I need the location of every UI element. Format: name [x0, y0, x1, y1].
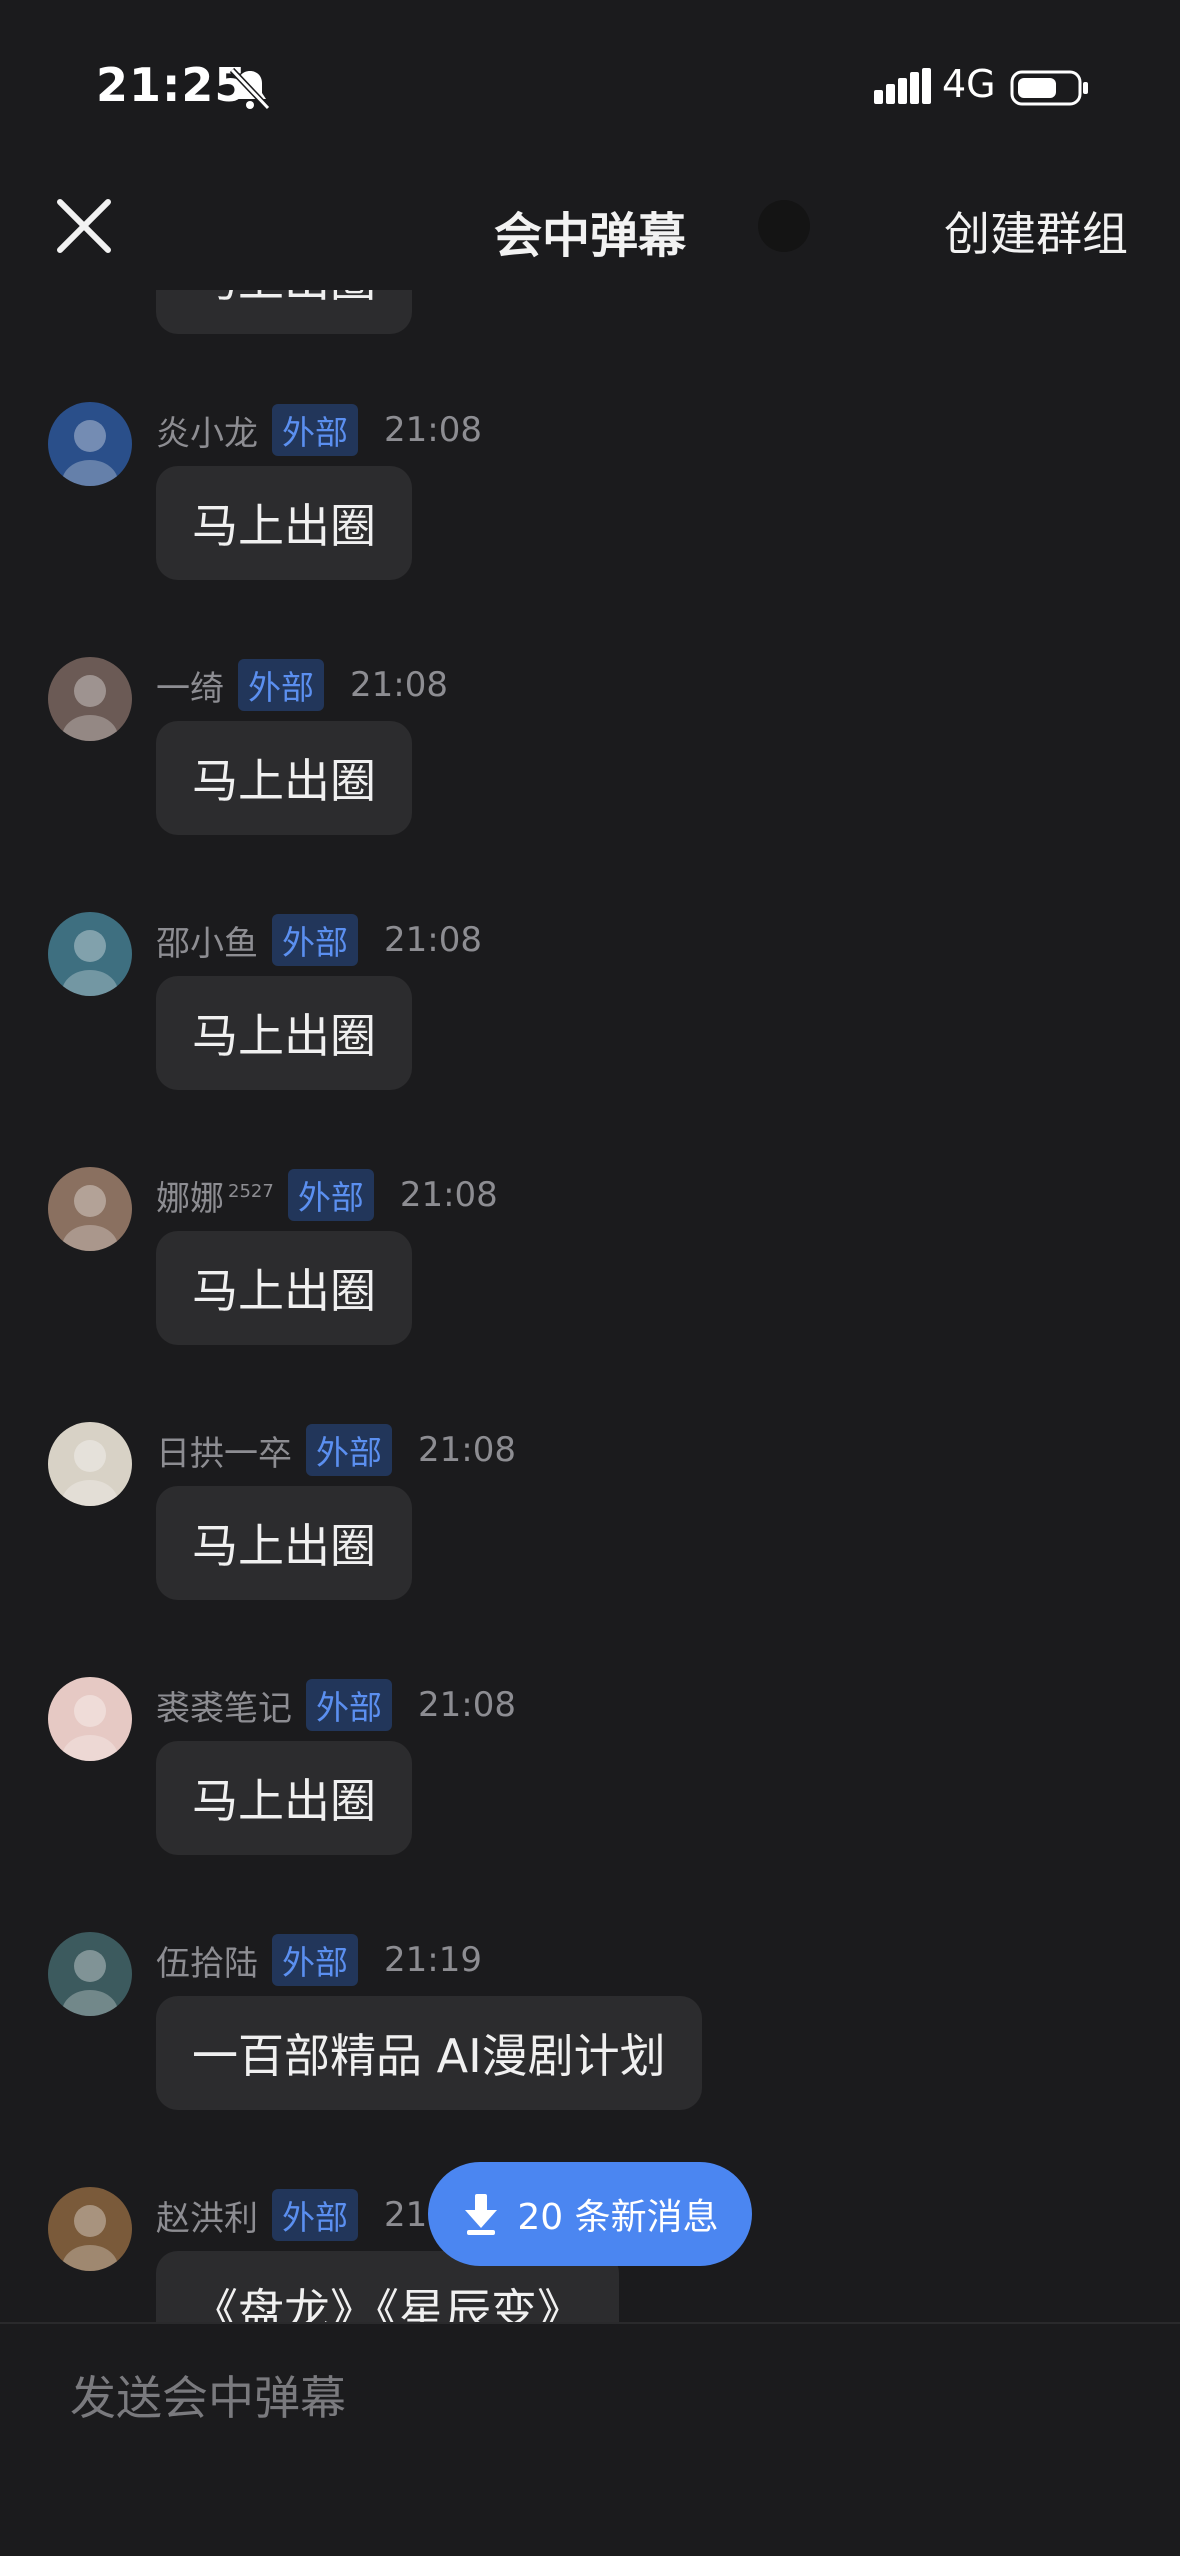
- message-meta: 日拱一卒 外部 21:08: [156, 1422, 516, 1478]
- sender-name: 一绮: [156, 668, 224, 709]
- message-meta: 娜娜 2527 外部 21:08: [156, 1167, 498, 1223]
- arrow-down-icon: [465, 2194, 498, 2235]
- message-meta: 炎小龙 外部 21:08: [156, 402, 482, 458]
- bell-muted-icon: [229, 67, 271, 111]
- message-meta: 一绮 外部 21:08: [156, 657, 448, 713]
- sender-name: 赵洪利: [156, 2198, 258, 2239]
- sender-name: 娜娜 2527: [156, 1178, 274, 1219]
- sender-name: 炎小龙: [156, 413, 258, 454]
- message-bubble[interactable]: 马上出圈: [156, 1231, 412, 1345]
- sender-name: 伍拾陆: [156, 1943, 258, 1984]
- external-badge: 外部: [272, 404, 358, 456]
- sender-suffix: 2527: [228, 1181, 274, 1203]
- message-time: 21: [384, 2195, 428, 2235]
- avatar[interactable]: [48, 1932, 132, 2016]
- message-time: 21:08: [384, 920, 482, 960]
- message-meta: 裘裘笔记 外部 21:08: [156, 1677, 516, 1733]
- message-meta: 邵小鱼 外部 21:08: [156, 912, 482, 968]
- external-badge: 外部: [272, 914, 358, 966]
- status-bar: 21:25 4G: [0, 0, 1180, 170]
- message-time: 21:08: [350, 665, 448, 705]
- sender-name: 邵小鱼: [156, 923, 258, 964]
- network-label: 4G: [942, 62, 996, 106]
- input-bar[interactable]: 发送会中弹幕: [0, 2324, 1180, 2556]
- avatar[interactable]: [48, 2187, 132, 2271]
- battery-icon: [1010, 70, 1088, 106]
- message-list[interactable]: 马上出圈 炎小龙外部21:08马上出圈一绮外部21:08马上出圈邵小鱼外部21:…: [0, 290, 1180, 2322]
- new-messages-button[interactable]: 20 条新消息: [428, 2162, 752, 2266]
- create-group-button[interactable]: 创建群组: [944, 198, 1128, 264]
- message-bubble[interactable]: 马上出圈: [156, 721, 412, 835]
- message-bubble[interactable]: 马上出圈: [156, 976, 412, 1090]
- message-bubble[interactable]: 马上出圈: [156, 466, 412, 580]
- nav-bar: 会中弹幕 创建群组: [0, 170, 1180, 300]
- signal-icon: [874, 68, 931, 104]
- new-messages-label: 20 条新消息: [517, 2197, 719, 2238]
- external-badge: 外部: [272, 2189, 358, 2241]
- avatar[interactable]: [48, 1677, 132, 1761]
- message-meta: 伍拾陆 外部 21:19: [156, 1932, 482, 1988]
- message-time: 21:08: [384, 410, 482, 450]
- meeting-danmaku-screen: 21:25 4G 会中弹幕 创建群组 马上: [0, 0, 1180, 2556]
- message-bubble[interactable]: 一百部精品 AI漫剧计划: [156, 1996, 702, 2110]
- message-meta: 赵洪利 外部 21: [156, 2187, 427, 2243]
- avatar[interactable]: [48, 912, 132, 996]
- message-time: 21:19: [384, 1940, 482, 1980]
- message-bubble[interactable]: 马上出圈: [156, 1486, 412, 1600]
- create-group-icon: [758, 200, 810, 252]
- external-badge: 外部: [272, 1934, 358, 1986]
- message-bubble[interactable]: 马上出圈: [156, 1741, 412, 1855]
- avatar[interactable]: [48, 1422, 132, 1506]
- message-time: 21:08: [418, 1430, 516, 1470]
- external-badge: 外部: [287, 1169, 374, 1221]
- message-time: 21:08: [418, 1685, 516, 1725]
- message-time: 21:08: [399, 1175, 498, 1215]
- sender-name: 日拱一卒: [156, 1433, 292, 1474]
- external-badge: 外部: [238, 659, 324, 711]
- sender-name: 裘裘笔记: [156, 1688, 292, 1729]
- avatar[interactable]: [48, 1167, 132, 1251]
- external-badge: 外部: [306, 1424, 392, 1476]
- avatar[interactable]: [48, 402, 132, 486]
- status-time: 21:25: [96, 58, 248, 112]
- external-badge: 外部: [306, 1679, 392, 1731]
- avatar[interactable]: [48, 657, 132, 741]
- danmaku-input[interactable]: 发送会中弹幕: [70, 2362, 346, 2428]
- partial-message-bubble: 马上出圈: [156, 290, 412, 334]
